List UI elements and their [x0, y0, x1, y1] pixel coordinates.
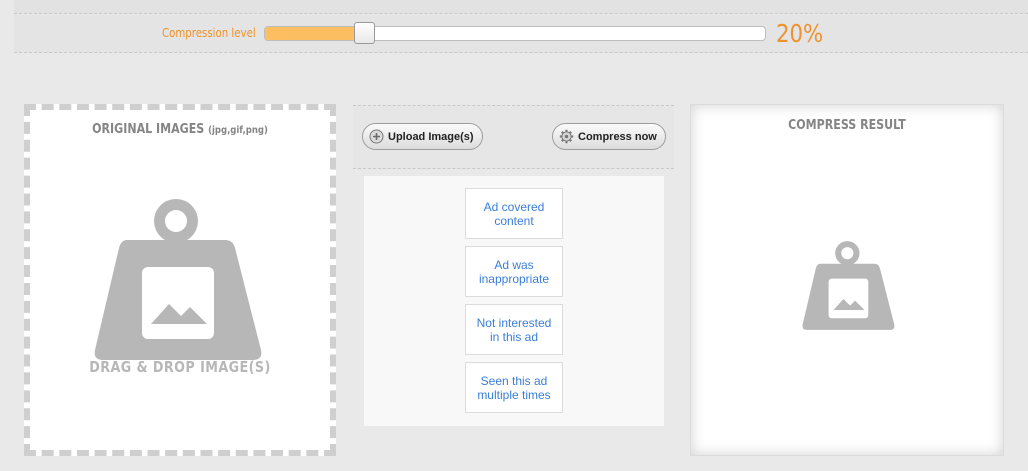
- original-images-formats: (jpg,gif,png): [208, 125, 268, 136]
- compress-now-button[interactable]: Compress now: [552, 123, 666, 150]
- ad-feedback-box: Ad covered content Ad was inappropriate …: [364, 176, 664, 426]
- ad-feedback-option[interactable]: Ad was inappropriate: [465, 246, 563, 297]
- top-bar: [14, 0, 1028, 14]
- compression-slider-row: Compression level 20%: [14, 15, 1028, 53]
- upload-images-button[interactable]: Upload Image(s): [362, 123, 483, 150]
- ad-feedback-option[interactable]: Seen this ad multiple times: [465, 362, 563, 413]
- compress-result-panel: COMPRESS RESULT: [690, 104, 1004, 456]
- compression-slider-track[interactable]: [264, 26, 766, 41]
- dropzone-text: DRAG & DROP IMAGE(S): [89, 358, 271, 376]
- original-images-dropzone[interactable]: ORIGINAL IMAGES (jpg,gif,png) DRAG & DRO…: [24, 104, 336, 456]
- compression-value: 20%: [776, 19, 824, 48]
- weight-image-icon: [94, 199, 262, 360]
- weight-image-icon: [802, 241, 895, 330]
- original-images-title: ORIGINAL IMAGES (jpg,gif,png): [53, 122, 308, 137]
- compression-slider-handle[interactable]: [354, 22, 375, 44]
- compression-level-label: Compression level: [162, 26, 256, 40]
- upload-images-label: Upload Image(s): [388, 130, 474, 143]
- action-toolbar: Upload Image(s) Compress now: [353, 105, 674, 169]
- compress-result-title: COMPRESS RESULT: [788, 118, 906, 133]
- plus-circle-icon: [369, 129, 384, 144]
- compression-slider-fill: [265, 27, 355, 40]
- ad-feedback-option[interactable]: Ad covered content: [465, 188, 563, 239]
- ad-feedback-option[interactable]: Not interested in this ad: [465, 304, 563, 355]
- gear-icon: [559, 129, 574, 144]
- original-images-title-text: ORIGINAL IMAGES: [92, 122, 205, 137]
- compress-now-label: Compress now: [578, 130, 657, 143]
